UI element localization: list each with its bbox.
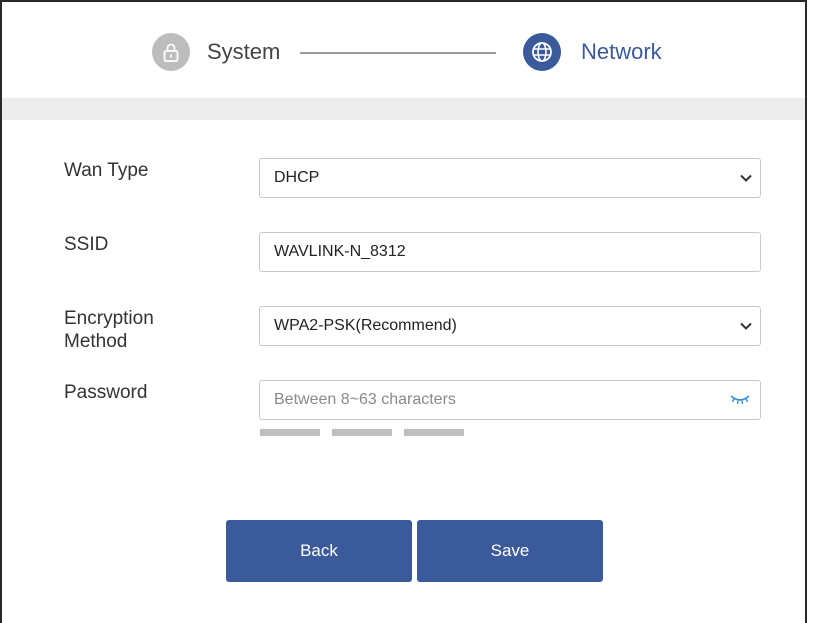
password-input[interactable]: Between 8~63 characters — [259, 380, 761, 420]
strength-bar — [332, 429, 392, 436]
encryption-label-line1: Encryption — [64, 308, 154, 329]
password-placeholder: Between 8~63 characters — [274, 391, 456, 408]
back-button[interactable]: Back — [226, 520, 412, 582]
encryption-method-select[interactable]: WPA2-PSK(Recommend) — [259, 306, 761, 346]
ssid-input[interactable]: WAVLINK-N_8312 — [259, 232, 761, 272]
chevron-down-icon — [732, 158, 760, 198]
step-connector — [300, 52, 496, 54]
encryption-method-label: Encryption Method — [64, 307, 154, 353]
ssid-label: SSID — [64, 234, 109, 255]
encryption-label-line2: Method — [64, 331, 128, 352]
encryption-method-value: WPA2-PSK(Recommend) — [274, 317, 457, 334]
wan-type-label: Wan Type — [64, 160, 149, 181]
password-label: Password — [64, 382, 148, 403]
chevron-down-icon — [732, 306, 760, 346]
globe-icon — [523, 33, 561, 71]
step-network-label: Network — [581, 39, 662, 64]
wan-type-value: DHCP — [274, 169, 320, 186]
strength-bar — [260, 429, 320, 436]
setup-wizard-panel: System Network Wan Type DHCP SSID WAVLIN… — [0, 0, 807, 623]
strength-bar — [404, 429, 464, 436]
step-system-label: System — [207, 39, 281, 64]
save-button[interactable]: Save — [417, 520, 603, 582]
wizard-stepper: System Network — [2, 30, 809, 80]
lock-icon — [152, 33, 190, 71]
ssid-value: WAVLINK-N_8312 — [274, 243, 406, 260]
wan-type-select[interactable]: DHCP — [259, 158, 761, 198]
password-strength-meter — [260, 429, 464, 436]
eye-closed-icon[interactable] — [720, 380, 760, 420]
section-divider — [2, 98, 805, 120]
